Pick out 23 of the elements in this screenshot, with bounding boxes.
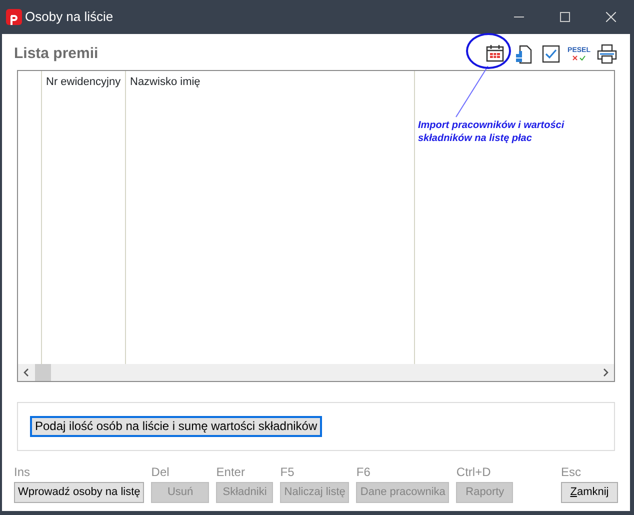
horizontal-scrollbar[interactable]	[18, 364, 614, 381]
close-icon[interactable]	[606, 12, 616, 22]
action-button[interactable]: Zamknij	[561, 482, 618, 503]
shortcut-label: Ins	[14, 465, 32, 479]
printer-icon[interactable]	[596, 43, 618, 65]
summary-button[interactable]: Podaj ilość osób na liście i sumę wartości składników	[30, 416, 322, 437]
shortcut-label: Esc	[561, 465, 582, 479]
app-icon	[6, 9, 22, 25]
shortcut-label: Ctrl+D	[456, 465, 492, 479]
shortcut-label: F6	[356, 465, 372, 479]
highlight-circle	[466, 33, 511, 69]
maximize-icon[interactable]	[560, 12, 570, 22]
annotation-text: Import pracowników i wartości składników na listę płac	[418, 119, 566, 145]
list-title: Lista premii	[14, 44, 100, 64]
action-button[interactable]: Wprowadź osoby na listę	[14, 482, 144, 503]
column-header[interactable]: Nazwisko imię	[130, 76, 200, 88]
checkbox-icon[interactable]	[540, 43, 562, 65]
shortcut-label: Del	[151, 465, 170, 479]
shortcut-label: F5	[280, 465, 296, 479]
scrollbar-thumb[interactable]	[35, 364, 51, 381]
window-title: Osoby na liście	[25, 8, 114, 26]
column-header[interactable]: Nr ewidencyjny	[46, 76, 121, 88]
shortcut-label: Enter	[216, 465, 246, 479]
